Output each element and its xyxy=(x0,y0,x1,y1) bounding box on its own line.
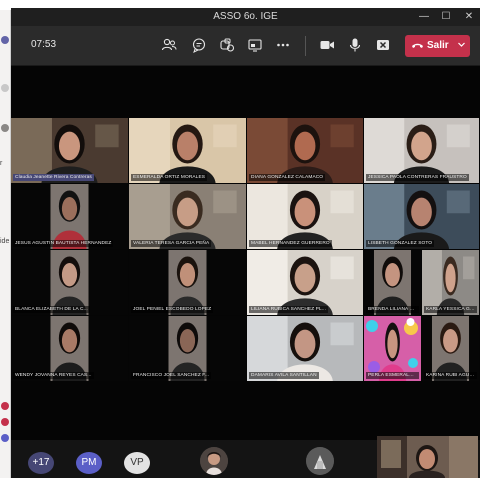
maximize-button[interactable]: ☐ xyxy=(439,10,453,24)
status-icon xyxy=(1,434,9,442)
notification-badge-icon xyxy=(1,418,9,426)
teams-meeting-window: r ide ASSO 6o. IGE — ☐ ✕ 07:53 Salir Cla… xyxy=(0,0,480,478)
participant-name-label: WENDY JOVANNA REYES CAS... xyxy=(13,372,94,379)
participant-grid: Claudia Jeanette Rivera Contreras ESMERAL… xyxy=(11,66,480,478)
phone-hangup-icon xyxy=(412,43,423,48)
chat-icon[interactable] xyxy=(191,37,207,53)
participant-name-label: PERLA ESMERALDA RAMIREZ... xyxy=(366,372,419,379)
meeting-toolbar: 07:53 Salir xyxy=(11,26,480,66)
window-title: ASSO 6o. IGE xyxy=(213,11,278,22)
participant-video-tile[interactable]: DIANA GONZALEZ CALAMACO xyxy=(247,118,363,183)
participant-name-label: JESSICA PAOLA CONTRERAS FRAUSTRO xyxy=(366,174,469,181)
participant-video-tile[interactable]: PERLA ESMERALDA RAMIREZ... xyxy=(364,316,421,381)
self-view-video[interactable] xyxy=(377,436,478,478)
participant-avatar[interactable]: PM xyxy=(76,452,102,474)
participant-name-label: DAMARIS AVILA SANTILLAN xyxy=(249,372,319,379)
meeting-timer: 07:53 xyxy=(31,39,57,50)
participant-video-tile[interactable]: Claudia Jeanette Rivera Contreras xyxy=(11,118,128,183)
participants-icon[interactable] xyxy=(161,37,177,53)
more-options-icon[interactable] xyxy=(275,37,291,53)
participant-avatar[interactable]: VP xyxy=(124,452,150,474)
person-image xyxy=(200,447,228,475)
chat-list-icon[interactable] xyxy=(1,124,9,132)
reactions-icon[interactable] xyxy=(219,37,235,53)
app-bar-icon[interactable] xyxy=(1,36,9,44)
side-strip-letter: r xyxy=(0,160,3,167)
participant-name-label: KARINA RUBI AGUIRRE GON... xyxy=(424,372,477,379)
leave-label: Salir xyxy=(427,40,449,51)
background-app-strip: r ide xyxy=(0,10,11,478)
minimize-button[interactable]: — xyxy=(417,10,431,24)
participant-name-label: DIANA GONZALEZ CALAMACO xyxy=(249,174,326,181)
participant-video-tile[interactable]: VALERIA TERESA GARCIA PEÑA xyxy=(129,184,246,249)
participant-name-label: LISBETH GONZALEZ SOTO xyxy=(366,240,435,247)
participant-video-tile[interactable]: BRENDA LILIANA SOLIS TOR... xyxy=(364,250,421,315)
side-strip-letter: ide xyxy=(0,238,10,245)
chevron-down-icon[interactable] xyxy=(457,40,466,49)
leave-button[interactable]: Salir xyxy=(405,35,470,57)
participant-thumbnail[interactable] xyxy=(200,447,228,475)
share-tray-icon[interactable] xyxy=(375,37,391,53)
participant-video-tile[interactable]: JESSICA PAOLA CONTRERAS FRAUSTRO xyxy=(364,118,479,183)
title-bar: ASSO 6o. IGE — ☐ ✕ xyxy=(11,8,480,26)
participant-name-label: BLANCA ELIZABETH DE LA C... xyxy=(13,306,90,313)
participant-name-label: VALERIA TERESA GARCIA PEÑA xyxy=(131,240,212,247)
participant-video-tile[interactable]: WENDY JOVANNA REYES CAS... xyxy=(11,316,128,381)
participant-name-label: KARLA YESSICA GUTIERREZ R... xyxy=(424,306,477,313)
participant-video-tile[interactable]: JESUS AGUSTIN BAUTISTA HERNANDEZ xyxy=(11,184,128,249)
participant-video-tile[interactable]: LISBETH GONZALEZ SOTO xyxy=(364,184,479,249)
toolbar-divider xyxy=(305,36,306,56)
participant-name-label: ESMERALDA ORTIZ MORALES xyxy=(131,174,208,181)
chevron-icon[interactable] xyxy=(1,84,9,92)
participant-name-label: BRENDA LILIANA SOLIS TOR... xyxy=(366,306,419,313)
person-image xyxy=(306,447,334,475)
participant-video-tile[interactable]: JOEL PENIEL ESCOBEDO LOPEZ xyxy=(129,250,246,315)
participant-video-tile[interactable]: DAMARIS AVILA SANTILLAN xyxy=(247,316,363,381)
participant-name-label: JESUS AGUSTIN BAUTISTA HERNANDEZ xyxy=(13,240,114,247)
overflow-participants-avatar[interactable]: +17 xyxy=(28,452,54,474)
participant-thumbnail[interactable] xyxy=(306,447,334,475)
participant-name-label: Claudia Jeanette Rivera Contreras xyxy=(13,174,94,181)
microphone-icon[interactable] xyxy=(347,37,363,53)
participant-video-tile[interactable]: KARINA RUBI AGUIRRE GON... xyxy=(422,316,479,381)
notification-badge-icon xyxy=(1,402,9,410)
participant-video-tile[interactable]: KARLA YESSICA GUTIERREZ R... xyxy=(422,250,479,315)
participant-video-tile[interactable]: LILIANA RUBICA SANCHEZ PL... xyxy=(247,250,363,315)
person-image xyxy=(377,436,478,478)
participant-name-label: JOEL PENIEL ESCOBEDO LOPEZ xyxy=(131,306,214,313)
video-stage: Claudia Jeanette Rivera Contreras ESMERAL… xyxy=(11,66,480,478)
participant-video-tile[interactable]: FRANCISCO JOEL SANCHEZ F... xyxy=(129,316,246,381)
participant-name-label: FRANCISCO JOEL SANCHEZ F... xyxy=(131,372,212,379)
share-screen-icon[interactable] xyxy=(247,37,263,53)
participant-name-label: MABEL HERNANDEZ GUERRERO xyxy=(249,240,332,247)
participant-video-tile[interactable]: BLANCA ELIZABETH DE LA C... xyxy=(11,250,128,315)
camera-icon[interactable] xyxy=(319,37,335,53)
participant-video-tile[interactable]: ESMERALDA ORTIZ MORALES xyxy=(129,118,246,183)
participant-video-tile[interactable]: MABEL HERNANDEZ GUERRERO xyxy=(247,184,363,249)
participant-name-label: LILIANA RUBICA SANCHEZ PL... xyxy=(249,306,329,313)
close-window-button[interactable]: ✕ xyxy=(462,10,476,24)
